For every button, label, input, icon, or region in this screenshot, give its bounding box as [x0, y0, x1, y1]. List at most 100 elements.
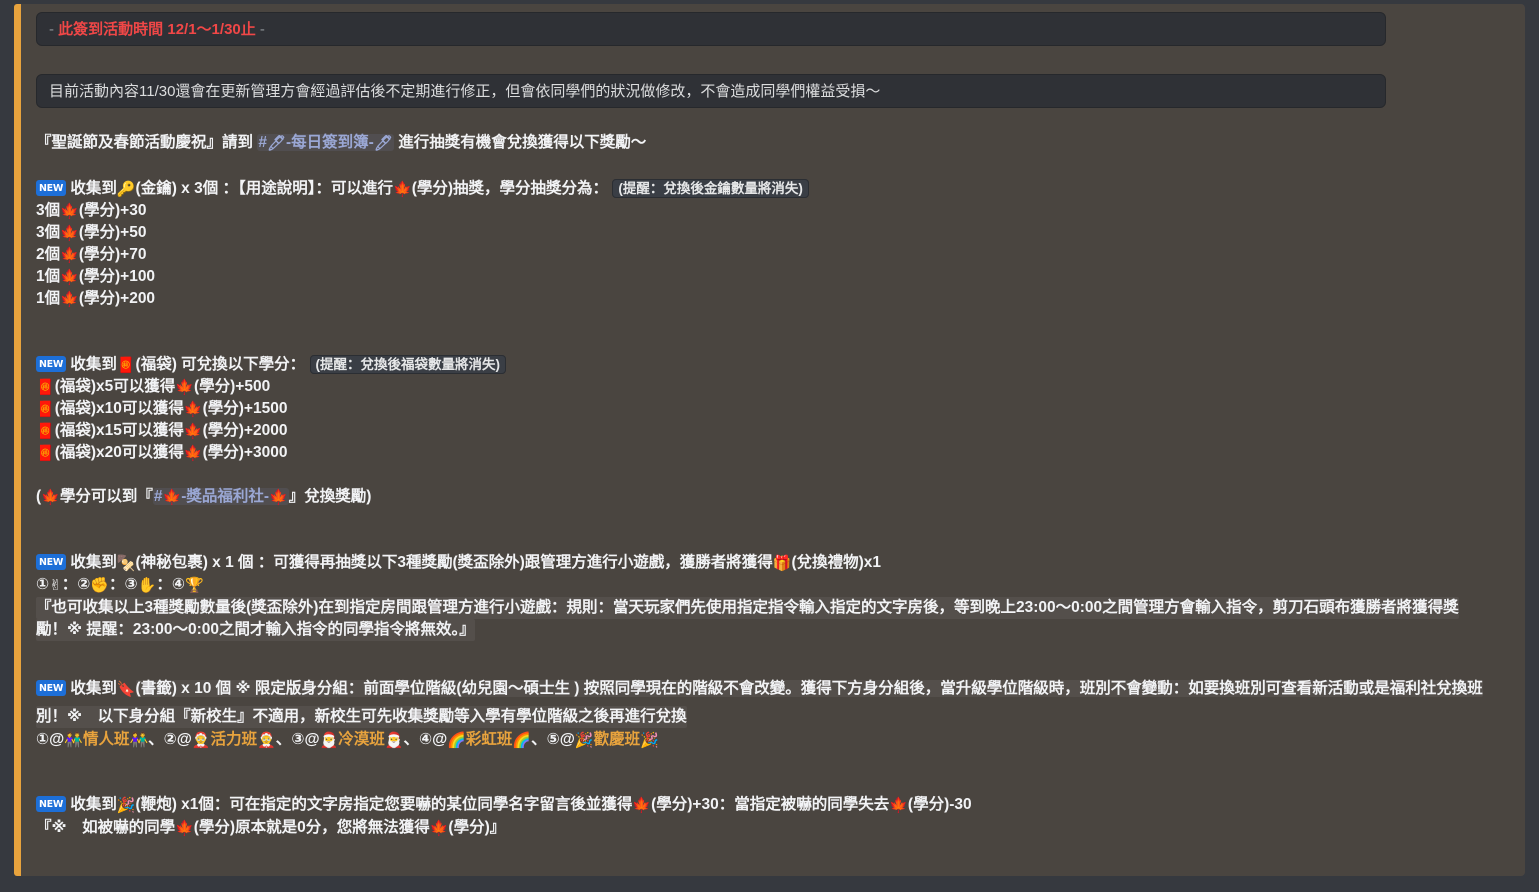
firecracker-header-a: 收集到 [70, 796, 117, 813]
reward-qty: x15 [96, 422, 122, 439]
red-envelope-icon: 🧧 [36, 400, 55, 418]
red-envelope-icon: 🧧 [36, 444, 55, 462]
reward-qty: x20 [96, 444, 122, 461]
maple-leaf-icon: 🍁 [183, 422, 203, 440]
pen-icon-2: 🖊 [373, 134, 393, 152]
maple-leaf-icon: 🍁 [429, 819, 449, 837]
gold-key-reward-row: 3個🍁(學分)+50 [36, 222, 146, 244]
open-palm-icon: ✋ [137, 576, 157, 594]
lucky-bag-header: NEW 收集到🧧(福袋) 可兌換以下學分： (提醒：兌換後福袋數量將消失) [36, 354, 506, 376]
maple-leaf-icon: 🍁 [632, 796, 652, 814]
reward-label: (學分) [78, 246, 121, 263]
reward-label: (學分) [78, 202, 121, 219]
intro-line: 『聖誕節及春節活動慶祝』請到 #🖊-每日簽到簿-🖊 進行抽獎有機會兌換獲得以下獎… [36, 132, 646, 154]
bookmark-header: NEW 收集到🔖(書籤) x 10 個 ※ 限定版身分組：前面學位階級(幼兒園～… [36, 678, 1483, 700]
group-at: @ [49, 731, 65, 748]
notice-quote-block: 目前活動內容11/30還會在更新管理方會經過評估後不定期進行修正，但會依同學們的… [36, 74, 1386, 108]
lucky-bag-reward-row: 🧧(福袋)x15可以獲得🍁(學分)+2000 [36, 420, 287, 442]
reward-amount: +50 [120, 224, 147, 241]
reward-unit: (學分) [202, 444, 244, 461]
reward-mid: 可以獲得 [121, 444, 184, 461]
intro-suffix: 進行抽獎有機會兌換獲得以下獎勵～ [398, 134, 647, 151]
footer-b: 』兌換獎勵) [288, 488, 372, 505]
fist-hand-icon: ✊ [90, 576, 110, 594]
reward-mid: 可以獲得 [113, 378, 176, 395]
new-badge: NEW [36, 180, 67, 196]
footer-a: 學分可以到『 [59, 488, 153, 505]
reward-qty: 1個 [36, 268, 61, 285]
maple-leaf-icon: 🍁 [60, 268, 79, 286]
group-name: 冷漠班 [338, 731, 385, 748]
group-number: ④ [418, 731, 433, 748]
pen-icon: 🖊 [266, 134, 286, 152]
red-envelope-icon: 🧧 [116, 356, 136, 374]
gold-key-header-c: (學分)抽獎，學分抽獎分為： [411, 180, 609, 197]
reward-qty: 3個 [36, 202, 61, 219]
reward-qty: 3個 [36, 224, 61, 241]
mystery-parcel-header: NEW 收集到🍢(神秘包裹) x 1 個 ：可獲得再抽獎以下3種獎勵(獎盃除外)… [36, 552, 881, 574]
group-number: ③ [291, 731, 305, 748]
firecracker-header-c: (學分)+30：當指定被嚇的同學失去 [651, 796, 890, 813]
mystery-header-a: 收集到 [70, 554, 117, 571]
key-icon: 🔑 [116, 180, 136, 198]
firecracker-header-d: (學分)-30 [907, 796, 972, 813]
gold-key-header: NEW 收集到🔑(金鑰) x 3個 ：【用途說明】：可以進行🍁(學分)抽獎，學分… [36, 178, 809, 200]
link-hash: # [258, 134, 267, 151]
firecracker-icon: 🎉 [116, 796, 136, 814]
mrs-claus-icon: 🤶 [191, 731, 211, 749]
group-sep: 、 [403, 731, 419, 748]
maple-leaf-icon: 🍁 [183, 400, 203, 418]
reward-amount: +70 [120, 246, 147, 263]
maple-leaf-icon: 🍁 [175, 378, 194, 396]
maple-leaf-icon: 🍁 [60, 224, 79, 242]
reward-amount: +1500 [243, 400, 288, 417]
dash-left: - [49, 21, 54, 38]
reward-mid: 可以獲得 [121, 400, 184, 417]
group-number: ⑤ [546, 731, 560, 748]
group-name: 彩虹班 [465, 731, 513, 748]
announcement-embed: - 此簽到活動時間 12/1～1/30止 - 目前活動內容11/30還會在更新管… [0, 4, 1539, 876]
gold-key-reward-row: 2個🍁(學分)+70 [36, 244, 146, 266]
new-badge: NEW [36, 356, 67, 372]
group-name: 活力班 [210, 731, 258, 748]
mystery-rule-line-2: 勵！※ 提醒：23:00～0:00之間才輸入指令的同學指令將無效。』 [36, 619, 475, 641]
reward-label: (學分) [78, 224, 121, 241]
reward-label: (福袋) [54, 444, 97, 461]
reward-mid: 可以獲得 [121, 422, 184, 439]
firecracker-header-b: (鞭炮) x1個：可在指定的文字房指定您要嚇的某位同學名字留言後並獲得 [135, 796, 633, 813]
bookmark-header-c: 別！※ 以下身分組『新校生』不適用，新校生可先收集獎勵等入學有學位階級之後再進行… [36, 706, 687, 728]
event-period-dates: 12/1～1/30止 [167, 21, 256, 38]
bookmark-groups-row: ①@👫情人班👫、②@🤶活力班🤶、③@🎅冷漠班🎅、④@🌈彩虹班🌈、⑤@🎉歡慶班🎉 [36, 729, 659, 751]
event-period-quote-block: - 此簽到活動時間 12/1～1/30止 - [36, 12, 1386, 46]
lucky-bag-reward-row: 🧧(福袋)x10可以獲得🍁(學分)+1500 [36, 398, 287, 420]
note-prefix: 『※ 如被嚇的同學 [36, 819, 176, 836]
gold-key-header-b: (金鑰) x 3個 ：【用途說明】：可以進行 [135, 180, 394, 197]
group-at: @ [304, 731, 320, 748]
daily-signin-link[interactable]: #🖊-每日簽到簿-🖊 [257, 134, 394, 152]
dash-right: - [259, 21, 265, 38]
maple-leaf-icon: 🍁 [162, 488, 182, 506]
group-at: @ [559, 731, 575, 748]
group-sep: 、 [275, 731, 292, 748]
new-badge: NEW [36, 554, 67, 570]
intro-prefix: 『聖誕節及春節活動慶祝』請到 [36, 134, 254, 151]
maple-leaf-icon: 🍁 [41, 488, 60, 506]
maple-leaf-icon: 🍁 [60, 202, 79, 220]
mystery-rule-line-1: 『也可收集以上3種獎勵數量後(獎盃除外)在到指定房間跟管理方進行小遊戲：規則：當… [36, 597, 1459, 619]
group-at: @ [432, 731, 448, 748]
group-number: ① [36, 731, 50, 748]
gold-key-note: (提醒：兌換後金鑰數量將消失) [612, 179, 809, 198]
choice-number: ③ [124, 576, 138, 593]
group-at: @ [176, 731, 192, 748]
new-badge: NEW [36, 680, 67, 696]
notice-text: 目前活動內容11/30還會在更新管理方會經過評估後不定期進行修正，但會依同學們的… [49, 83, 881, 100]
bookmark-icon: 🔖 [116, 680, 136, 698]
bookmark-header-a: 收集到 [70, 680, 117, 697]
reward-qty: x10 [96, 400, 122, 417]
gift-icon: 🎁 [772, 554, 792, 572]
party-popper-icon: 🎉 [574, 731, 594, 749]
prize-shop-link[interactable]: #🍁-獎品福利社-🍁 [152, 488, 289, 506]
reward-amount: +30 [120, 202, 147, 219]
reward-amount: +500 [235, 378, 271, 395]
link-hash: # [153, 488, 163, 505]
